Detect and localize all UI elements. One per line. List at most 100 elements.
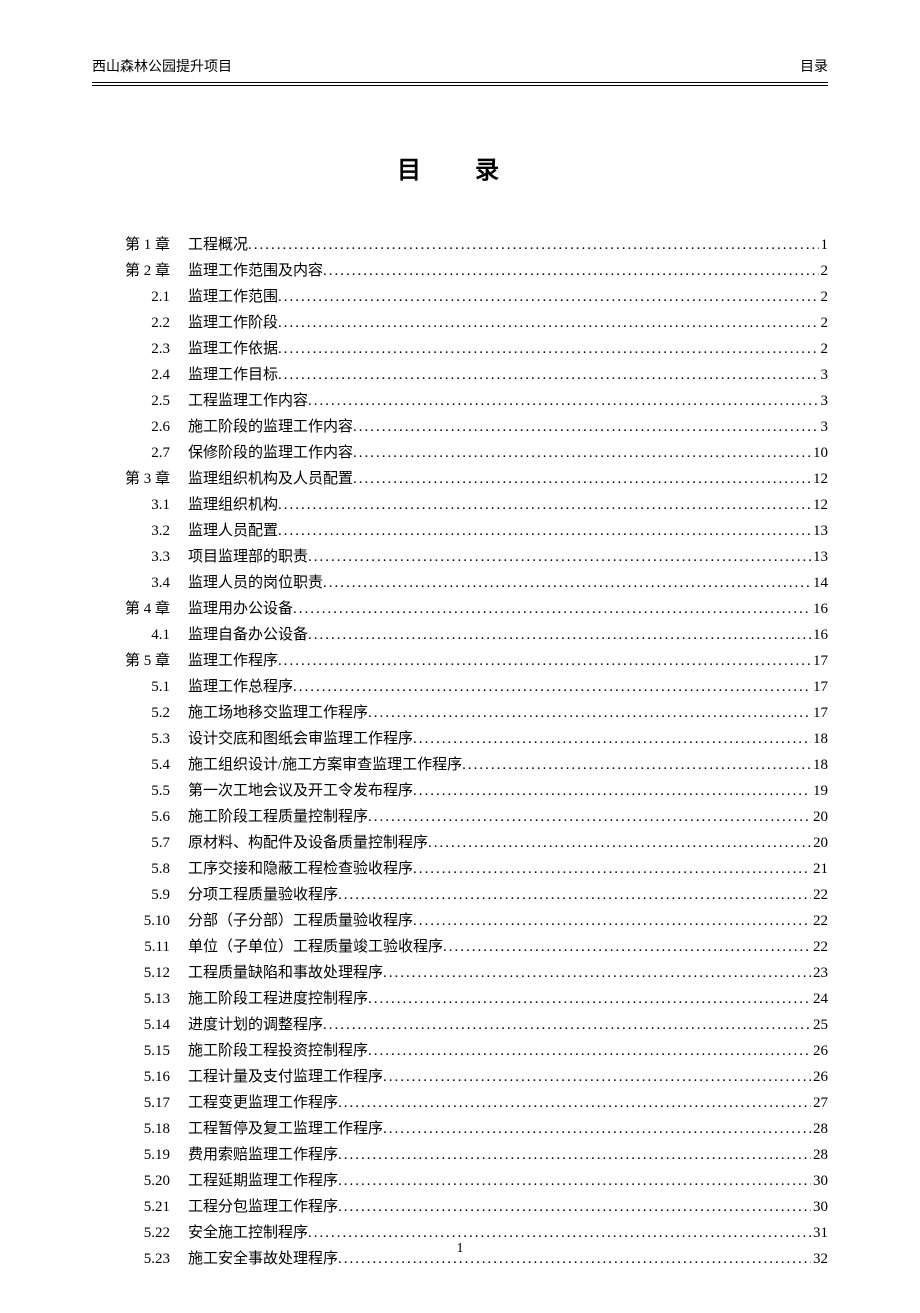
toc-title: 监理工作范围 (188, 285, 278, 309)
toc-label: 第 3 章 (92, 467, 188, 491)
toc-leader-dots (368, 805, 811, 829)
toc-title: 工程计量及支付监理工作程序 (188, 1065, 383, 1089)
toc-leader-dots (443, 935, 811, 959)
toc-page: 12 (811, 467, 828, 491)
toc-page: 22 (811, 909, 828, 933)
toc-leader-dots (278, 285, 818, 309)
toc-title: 分部（子分部）工程质量验收程序 (188, 909, 413, 933)
toc-page: 30 (811, 1169, 828, 1193)
toc-entry: 2.1监理工作范围2 (92, 285, 828, 309)
toc-page: 2 (819, 337, 829, 361)
toc-title: 监理人员配置 (188, 519, 278, 543)
toc-leader-dots (293, 597, 811, 621)
toc-page: 22 (811, 935, 828, 959)
toc-entry: 5.19费用索赔监理工作程序28 (92, 1143, 828, 1167)
toc-leader-dots (278, 493, 811, 517)
toc-entry: 2.5工程监理工作内容 3 (92, 389, 828, 413)
toc-title: 施工场地移交监理工作程序 (188, 701, 368, 725)
toc-entry: 5.3设计交底和图纸会审监理工作程序 18 (92, 727, 828, 751)
toc-entry: 5.6施工阶段工程质量控制程序20 (92, 805, 828, 829)
toc-entry: 第 1 章工程概况1 (92, 233, 828, 257)
toc-page: 20 (811, 805, 828, 829)
toc-title: 工程变更监理工作程序 (188, 1091, 338, 1115)
toc-entry: 第 4 章监理用办公设备16 (92, 597, 828, 621)
toc-leader-dots (278, 519, 811, 543)
toc-title: 保修阶段的监理工作内容 (188, 441, 353, 465)
toc-title: 监理自备办公设备 (188, 623, 308, 647)
toc-label: 2.1 (92, 285, 188, 309)
toc-title: 第一次工地会议及开工令发布程序 (188, 779, 413, 803)
toc-entry: 5.12工程质量缺陷和事故处理程序23 (92, 961, 828, 985)
toc-leader-dots (413, 727, 811, 751)
toc-entry: 2.6施工阶段的监理工作内容3 (92, 415, 828, 439)
toc-label: 3.3 (92, 545, 188, 569)
toc-label: 2.2 (92, 311, 188, 335)
toc-title: 施工组织设计/施工方案审查监理工作程序 (188, 753, 462, 777)
toc-page: 16 (811, 623, 828, 647)
table-of-contents: 第 1 章工程概况1第 2 章监理工作范围及内容22.1监理工作范围22.2监理… (92, 233, 828, 1271)
toc-entry: 5.1监理工作总程序17 (92, 675, 828, 699)
toc-leader-dots (338, 1143, 811, 1167)
toc-title: 工程暂停及复工监理工作程序 (188, 1117, 383, 1141)
toc-label: 3.2 (92, 519, 188, 543)
toc-label: 5.16 (92, 1065, 188, 1089)
toc-title: 设计交底和图纸会审监理工作程序 (188, 727, 413, 751)
toc-page: 18 (811, 727, 828, 751)
toc-page: 3 (819, 389, 829, 413)
toc-label: 2.5 (92, 389, 188, 413)
toc-entry: 5.2施工场地移交监理工作程序17 (92, 701, 828, 725)
toc-entry: 5.15施工阶段工程投资控制程序26 (92, 1039, 828, 1063)
toc-entry: 5.4施工组织设计/施工方案审查监理工作程序18 (92, 753, 828, 777)
toc-entry: 3.4监理人员的岗位职责14 (92, 571, 828, 595)
toc-label: 5.19 (92, 1143, 188, 1167)
toc-leader-dots (308, 389, 818, 413)
toc-entry: 5.17工程变更监理工作程序27 (92, 1091, 828, 1115)
toc-title: 单位（子单位）工程质量竣工验收程序 (188, 935, 443, 959)
page-header: 西山森林公园提升项目 目录 (92, 56, 828, 83)
toc-label: 5.9 (92, 883, 188, 907)
toc-page: 14 (811, 571, 828, 595)
toc-leader-dots (368, 987, 811, 1011)
toc-entry: 第 2 章监理工作范围及内容2 (92, 259, 828, 283)
toc-entry: 5.9分项工程质量验收程序22 (92, 883, 828, 907)
toc-label: 第 4 章 (92, 597, 188, 621)
toc-leader-dots (383, 961, 811, 985)
toc-title: 工序交接和隐蔽工程检查验收程序 (188, 857, 413, 881)
header-project-name: 西山森林公园提升项目 (92, 56, 232, 76)
toc-entry: 5.5第一次工地会议及开工令发布程序19 (92, 779, 828, 803)
toc-label: 5.3 (92, 727, 188, 751)
toc-leader-dots (338, 1169, 811, 1193)
toc-leader-dots (308, 623, 811, 647)
toc-entry: 5.13施工阶段工程进度控制程序24 (92, 987, 828, 1011)
toc-label: 2.7 (92, 441, 188, 465)
toc-label: 5.12 (92, 961, 188, 985)
toc-label: 2.4 (92, 363, 188, 387)
toc-leader-dots (353, 415, 818, 439)
toc-page: 10 (811, 441, 828, 465)
toc-title: 监理工作总程序 (188, 675, 293, 699)
toc-leader-dots (353, 441, 811, 465)
page-number: 1 (0, 1241, 920, 1257)
toc-label: 3.4 (92, 571, 188, 595)
toc-title: 工程监理工作内容 (188, 389, 308, 413)
toc-entry: 4.1监理自备办公设备16 (92, 623, 828, 647)
toc-label: 5.4 (92, 753, 188, 777)
toc-leader-dots (278, 337, 818, 361)
toc-leader-dots (413, 909, 811, 933)
toc-leader-dots (338, 1195, 811, 1219)
toc-leader-dots (368, 701, 811, 725)
toc-leader-dots (293, 675, 811, 699)
toc-entry: 5.14进度计划的调整程序25 (92, 1013, 828, 1037)
toc-page: 3 (819, 363, 829, 387)
toc-leader-dots (428, 831, 811, 855)
toc-page: 2 (819, 311, 829, 335)
toc-page: 17 (811, 701, 828, 725)
toc-leader-dots (413, 779, 811, 803)
toc-leader-dots (462, 753, 811, 777)
toc-entry: 2.7保修阶段的监理工作内容 10 (92, 441, 828, 465)
toc-label: 5.5 (92, 779, 188, 803)
toc-page: 23 (811, 961, 828, 985)
toc-title: 监理工作范围及内容 (188, 259, 323, 283)
toc-leader-dots (338, 1091, 811, 1115)
toc-title: 原材料、构配件及设备质量控制程序 (188, 831, 428, 855)
